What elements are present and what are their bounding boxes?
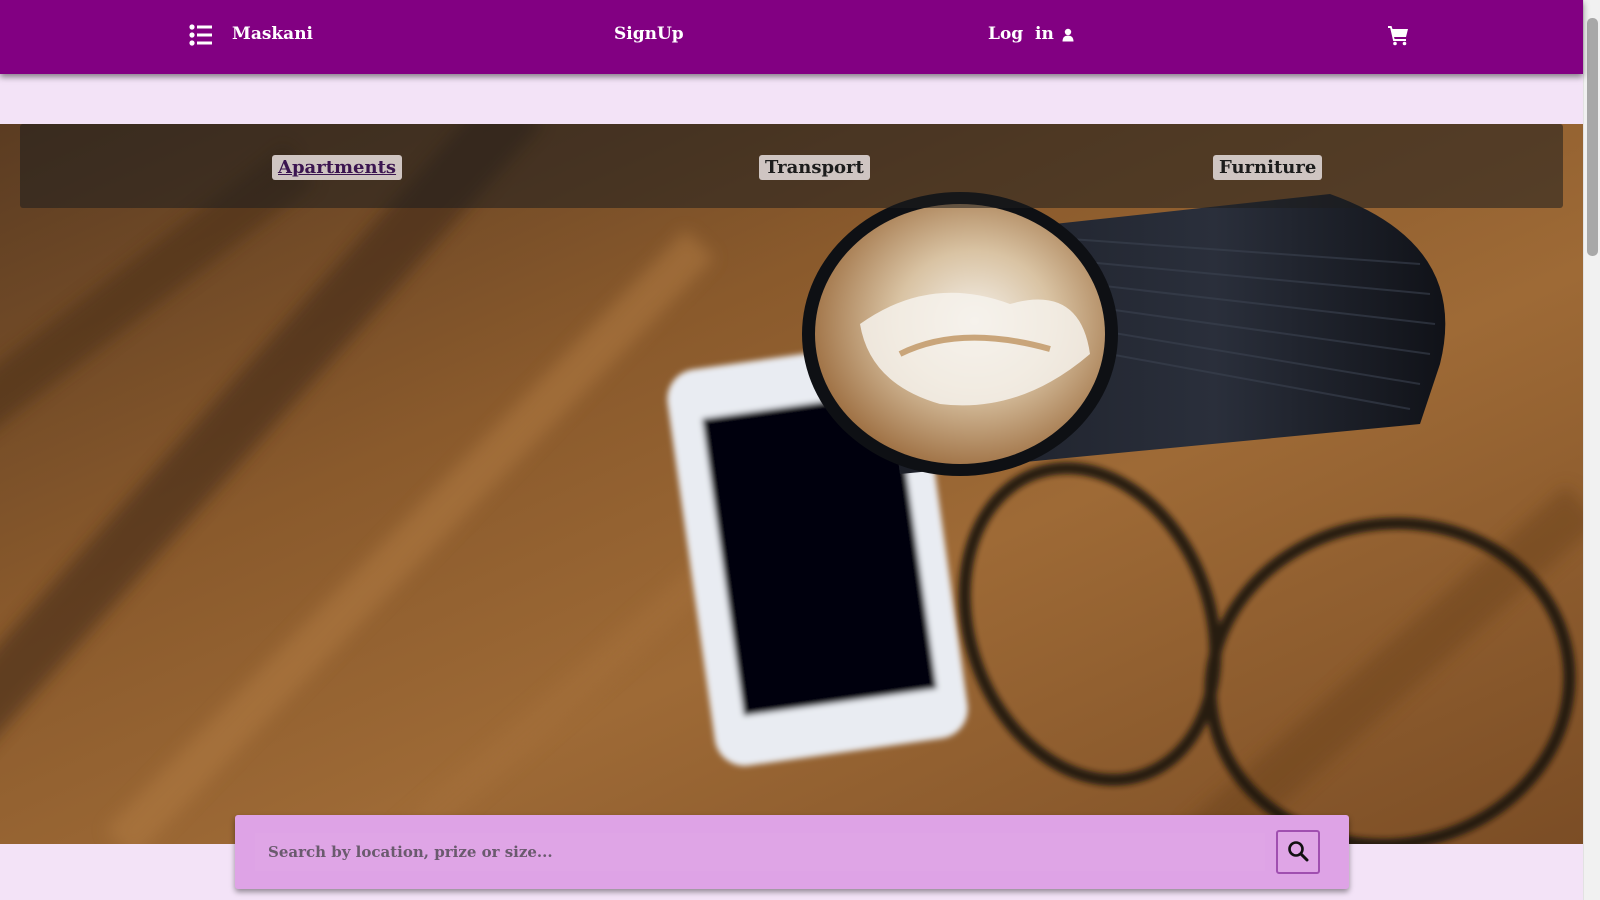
category-transport-link[interactable]: Transport	[759, 155, 870, 180]
search-panel	[235, 815, 1349, 889]
search-button[interactable]	[1276, 830, 1320, 874]
brand-link[interactable]: Maskani	[232, 24, 313, 44]
hero-photo	[0, 124, 1583, 844]
search-input[interactable]	[255, 833, 1265, 871]
top-navbar: Maskani SignUp Log in	[0, 0, 1583, 74]
signup-link[interactable]: SignUp	[614, 24, 684, 44]
search-icon	[1287, 840, 1309, 865]
user-icon	[1062, 27, 1074, 42]
vertical-scrollbar[interactable]	[1583, 0, 1600, 900]
list-icon[interactable]	[189, 24, 213, 46]
category-bar: Apartments Transport Furniture	[20, 124, 1563, 208]
login-label: Log in	[988, 24, 1054, 44]
scrollbar-thumb[interactable]	[1587, 18, 1598, 256]
shopping-cart-icon[interactable]	[1387, 24, 1409, 46]
category-furniture-link[interactable]: Furniture	[1213, 155, 1323, 180]
hero-image	[0, 124, 1583, 844]
category-apartments-link[interactable]: Apartments	[272, 155, 403, 180]
login-link[interactable]: Log in	[988, 24, 1074, 44]
